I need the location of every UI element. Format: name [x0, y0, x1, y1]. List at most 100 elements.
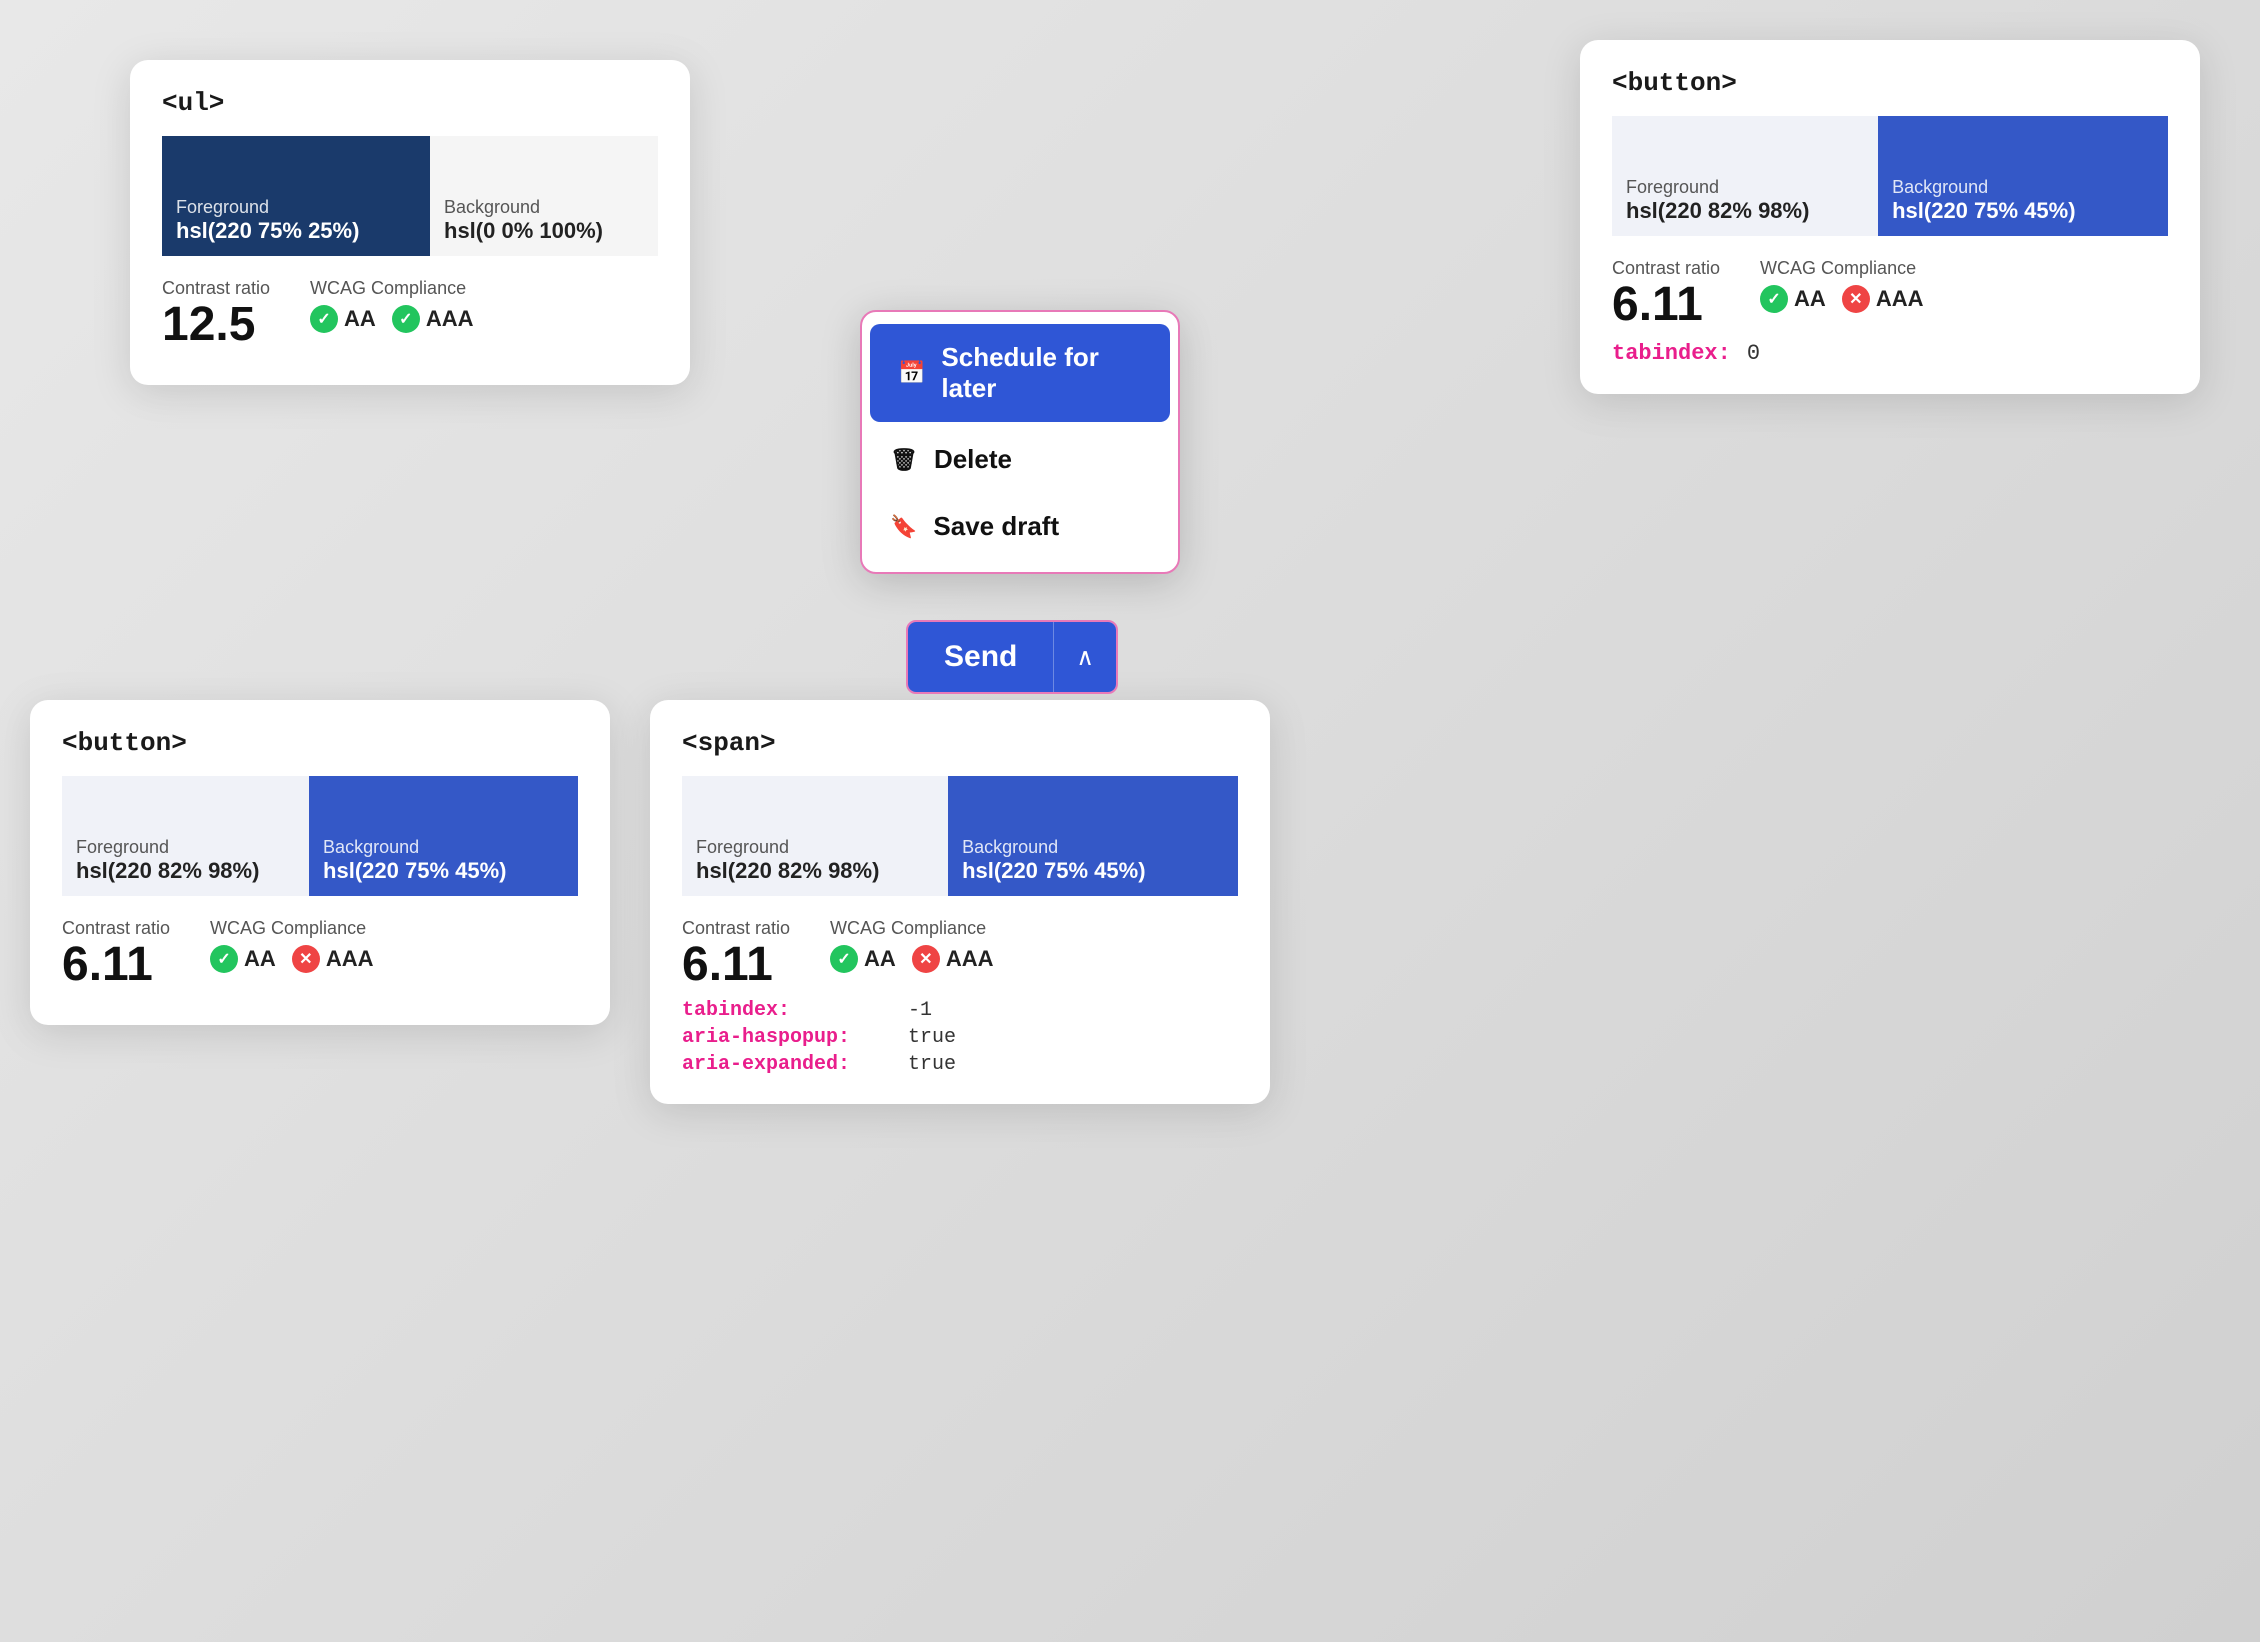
btn-top-bg-label: Background	[1892, 177, 2154, 198]
button-top-color-swatches: Foreground hsl(220 82% 98%) Background h…	[1612, 116, 2168, 236]
ul-contrast-label: Contrast ratio	[162, 278, 270, 299]
btn-top-contrast-label: Contrast ratio	[1612, 258, 1720, 279]
btn-bot-contrast-label: Contrast ratio	[62, 918, 170, 939]
btn-top-aaa-badge: ✕ AAA	[1842, 285, 1924, 313]
schedule-label: Schedule for later	[941, 342, 1142, 404]
send-button[interactable]: Send	[908, 622, 1053, 692]
btn-top-wcag-badges: ✓ AA ✕ AAA	[1760, 285, 1923, 313]
span-tabindex-val: -1	[908, 999, 932, 1022]
button-bottom-card-tag: <button>	[62, 728, 578, 758]
button-top-contrast-group: Contrast ratio 6.11	[1612, 258, 1720, 329]
ul-wcag-group: WCAG Compliance ✓ AA ✓ AAA	[310, 278, 473, 333]
btn-bot-aaa-icon: ✕	[292, 945, 320, 973]
span-bg-label: Background	[962, 837, 1224, 858]
span-aria-haspopup-row: aria-haspopup: true	[682, 1026, 1238, 1049]
ul-aaa-icon: ✓	[392, 305, 420, 333]
button-top-wcag-group: WCAG Compliance ✓ AA ✕ AAA	[1760, 258, 1923, 313]
btn-bot-wcag-badges: ✓ AA ✕ AAA	[210, 945, 373, 973]
span-aria-haspopup-key: aria-haspopup:	[682, 1026, 892, 1049]
button-bottom-card: <button> Foreground hsl(220 82% 98%) Bac…	[30, 700, 610, 1025]
button-top-tabindex-row: tabindex: 0	[1612, 341, 2168, 366]
btn-top-wcag-label: WCAG Compliance	[1760, 258, 1923, 279]
span-card: <span> Foreground hsl(220 82% 98%) Backg…	[650, 700, 1270, 1104]
btn-bot-aa-badge: ✓ AA	[210, 945, 276, 973]
span-tabindex-key: tabindex:	[682, 999, 892, 1022]
button-bottom-stats: Contrast ratio 6.11 WCAG Compliance ✓ AA…	[62, 918, 578, 989]
span-background-swatch: Background hsl(220 75% 45%)	[948, 776, 1238, 896]
span-fg-value: hsl(220 82% 98%)	[696, 858, 934, 884]
span-stats: Contrast ratio 6.11 WCAG Compliance ✓ AA…	[682, 918, 1238, 989]
span-aaa-icon: ✕	[912, 945, 940, 973]
dropdown-menu[interactable]: 📅 Schedule for later 🗑 Delete 🔖 Save dra…	[860, 310, 1180, 574]
btn-top-aa-icon: ✓	[1760, 285, 1788, 313]
btn-bot-fg-value: hsl(220 82% 98%)	[76, 858, 295, 884]
btn-top-aaa-label: AAA	[1876, 286, 1924, 312]
bookmark-icon: 🔖	[890, 514, 917, 540]
chevron-up-icon: ∧	[1076, 643, 1094, 672]
button-top-card-tag: <button>	[1612, 68, 2168, 98]
btn-top-tabindex-key: tabindex:	[1612, 341, 1731, 366]
span-card-tag: <span>	[682, 728, 1238, 758]
ul-foreground-swatch: Foreground hsl(220 75% 25%)	[162, 136, 430, 256]
trash-icon: 🗑	[890, 447, 918, 473]
ul-card: <ul> Foreground hsl(220 75% 25%) Backgro…	[130, 60, 690, 385]
btn-top-fg-value: hsl(220 82% 98%)	[1626, 198, 1864, 224]
dropdown-schedule-item[interactable]: 📅 Schedule for later	[870, 324, 1170, 422]
span-contrast-group: Contrast ratio 6.11	[682, 918, 790, 989]
send-chevron-button[interactable]: ∧	[1053, 622, 1116, 692]
ul-aa-icon: ✓	[310, 305, 338, 333]
ul-card-tag: <ul>	[162, 88, 658, 118]
span-tabindex-row: tabindex: -1	[682, 999, 1238, 1022]
btn-bot-contrast-value: 6.11	[62, 941, 170, 989]
button-top-foreground-swatch: Foreground hsl(220 82% 98%)	[1612, 116, 1878, 236]
span-bg-value: hsl(220 75% 45%)	[962, 858, 1224, 884]
ul-contrast-group: Contrast ratio 12.5	[162, 278, 270, 349]
send-button-group[interactable]: Send ∧	[906, 620, 1118, 694]
ul-aaa-label: AAA	[426, 306, 474, 332]
btn-top-aa-label: AA	[1794, 286, 1826, 312]
button-bottom-wcag-group: WCAG Compliance ✓ AA ✕ AAA	[210, 918, 373, 973]
span-aa-icon: ✓	[830, 945, 858, 973]
btn-top-tabindex-val: 0	[1747, 341, 1760, 366]
btn-top-contrast-value: 6.11	[1612, 281, 1720, 329]
ul-bg-value: hsl(0 0% 100%)	[444, 218, 644, 244]
span-aria-expanded-val: true	[908, 1053, 956, 1076]
ul-background-swatch: Background hsl(0 0% 100%)	[430, 136, 658, 256]
ul-aa-badge: ✓ AA	[310, 305, 376, 333]
button-top-card: <button> Foreground hsl(220 82% 98%) Bac…	[1580, 40, 2200, 394]
span-aria-expanded-row: aria-expanded: true	[682, 1053, 1238, 1076]
ul-color-swatches: Foreground hsl(220 75% 25%) Background h…	[162, 136, 658, 256]
ul-aaa-badge: ✓ AAA	[392, 305, 474, 333]
dropdown-delete-item[interactable]: 🗑 Delete	[862, 426, 1178, 493]
span-wcag-badges: ✓ AA ✕ AAA	[830, 945, 993, 973]
ul-bg-label: Background	[444, 197, 644, 218]
button-bottom-background-swatch: Background hsl(220 75% 45%)	[309, 776, 578, 896]
btn-bot-aaa-badge: ✕ AAA	[292, 945, 374, 973]
btn-top-fg-label: Foreground	[1626, 177, 1864, 198]
span-aaa-badge: ✕ AAA	[912, 945, 994, 973]
btn-bot-bg-value: hsl(220 75% 45%)	[323, 858, 564, 884]
ul-wcag-label: WCAG Compliance	[310, 278, 473, 299]
span-wcag-group: WCAG Compliance ✓ AA ✕ AAA	[830, 918, 993, 973]
btn-bot-fg-label: Foreground	[76, 837, 295, 858]
ul-wcag-badges: ✓ AA ✓ AAA	[310, 305, 473, 333]
btn-bot-aa-label: AA	[244, 946, 276, 972]
span-aaa-label: AAA	[946, 946, 994, 972]
span-contrast-label: Contrast ratio	[682, 918, 790, 939]
ul-fg-label: Foreground	[176, 197, 416, 218]
span-aria-expanded-key: aria-expanded:	[682, 1053, 892, 1076]
dropdown-save-draft-item[interactable]: 🔖 Save draft	[862, 493, 1178, 560]
span-aria-rows: tabindex: -1 aria-haspopup: true aria-ex…	[682, 999, 1238, 1076]
delete-label: Delete	[934, 444, 1012, 475]
button-bottom-contrast-group: Contrast ratio 6.11	[62, 918, 170, 989]
ul-contrast-value: 12.5	[162, 301, 270, 349]
span-contrast-value: 6.11	[682, 941, 790, 989]
btn-top-aa-badge: ✓ AA	[1760, 285, 1826, 313]
btn-bot-wcag-label: WCAG Compliance	[210, 918, 373, 939]
ul-fg-value: hsl(220 75% 25%)	[176, 218, 416, 244]
btn-bot-aa-icon: ✓	[210, 945, 238, 973]
calendar-icon: 📅	[898, 360, 925, 386]
btn-top-aaa-icon: ✕	[1842, 285, 1870, 313]
ul-aa-label: AA	[344, 306, 376, 332]
span-fg-label: Foreground	[696, 837, 934, 858]
